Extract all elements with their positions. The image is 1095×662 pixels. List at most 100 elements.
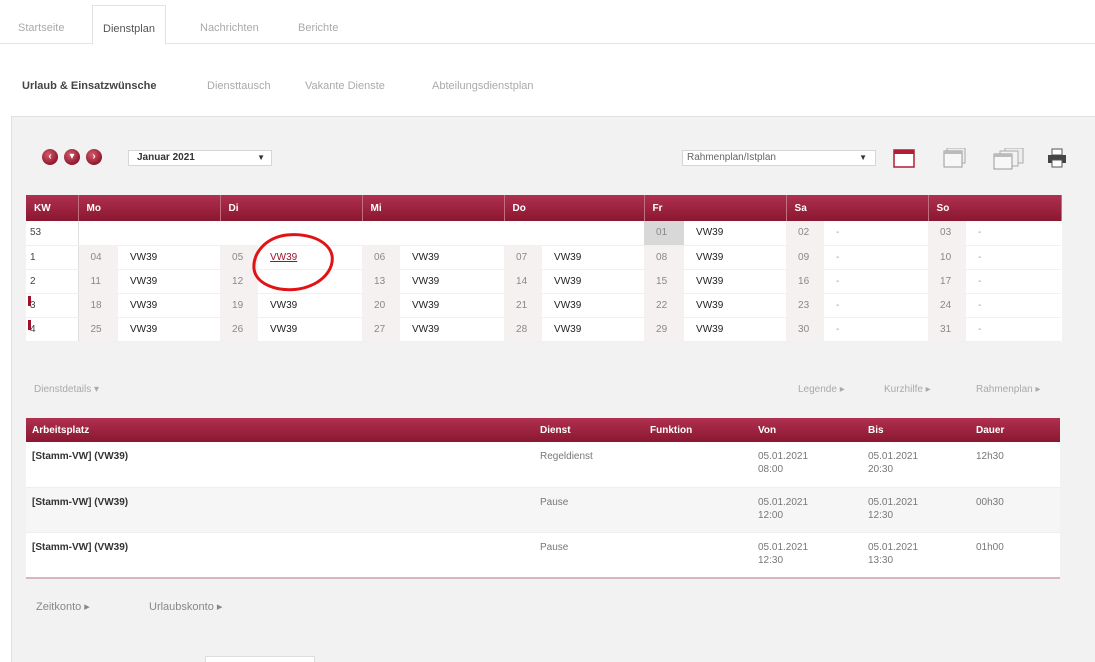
day-number: 30	[786, 317, 825, 342]
shift-cell[interactable]: VW39	[400, 269, 505, 294]
header-dienst: Dienst	[534, 418, 644, 442]
day-number: 28	[504, 317, 543, 342]
day-number: 17	[928, 269, 967, 294]
shift-cell[interactable]: VW39	[684, 293, 787, 318]
day-number: 27	[362, 317, 401, 342]
shift-cell[interactable]	[258, 269, 363, 294]
day-number: 07	[504, 245, 543, 270]
shift-cell[interactable]: -	[966, 293, 1062, 318]
shift-cell[interactable]: VW39	[258, 293, 363, 318]
header-mi: Mi	[362, 195, 505, 221]
header-kw: KW	[26, 195, 79, 221]
plan-type-select[interactable]: Rahmenplan/Istplan ▼	[682, 150, 876, 166]
shift-cell[interactable]: VW39	[258, 317, 363, 342]
shift-cell[interactable]: VW39	[542, 293, 645, 318]
next-arrow-icon[interactable]: ›	[86, 149, 102, 165]
kurzhilfe-link[interactable]: Kurzhilfe ▸	[884, 384, 931, 395]
table-row[interactable]: [Stamm-VW] (VW39) Regeldienst 05.01.2021…	[26, 442, 1060, 488]
calendar-week-row: 53 01 VW39 02- 03-	[26, 221, 1062, 246]
calendar-month-icon[interactable]	[993, 148, 1025, 170]
table-row[interactable]: [Stamm-VW] (VW39) Pause 05.01.2021 12:00 …	[26, 487, 1060, 533]
shift-cell[interactable]: -	[824, 221, 929, 246]
funktion-cell	[644, 442, 752, 488]
shift-cell[interactable]: VW39	[400, 245, 505, 270]
chevron-down-icon: ▼	[859, 153, 867, 162]
subnav-urlaub-einsatzwuensche[interactable]: Urlaub & Einsatzwünsche	[22, 80, 156, 92]
day-number: 08	[644, 245, 685, 270]
shift-cell[interactable]: -	[824, 317, 929, 342]
shift-cell[interactable]: VW39	[542, 245, 645, 270]
month-select[interactable]: Januar 2021 ▼	[128, 150, 272, 166]
shift-cell[interactable]: VW39	[542, 269, 645, 294]
tab-berichte[interactable]: Berichte	[298, 5, 338, 44]
table-row[interactable]: [Stamm-VW] (VW39) Pause 05.01.2021 12:30 …	[26, 532, 1060, 578]
bis-time: 20:30	[868, 464, 894, 475]
zeitkonto-link[interactable]: Zeitkonto ▸	[36, 600, 90, 613]
shift-cell[interactable]: -	[966, 269, 1062, 294]
shift-cell[interactable]: VW39	[684, 317, 787, 342]
day-number: 20	[362, 293, 401, 318]
arbeitsplatz-cell: [Stamm-VW] (VW39)	[26, 442, 534, 488]
dauer-cell: 01h00	[970, 532, 1060, 578]
day-number: 12	[220, 269, 259, 294]
shift-cell[interactable]: VW39	[118, 317, 221, 342]
shift-cell[interactable]: -	[824, 293, 929, 318]
day-number: 22	[644, 293, 685, 318]
header-von: Von	[752, 418, 862, 442]
shift-cell[interactable]: -	[966, 245, 1062, 270]
shift-cell	[400, 221, 505, 246]
shift-cell[interactable]: VW39	[400, 293, 505, 318]
day-number: 25	[78, 317, 118, 342]
header-mo: Mo	[78, 195, 221, 221]
header-arbeitsplatz: Arbeitsplatz	[26, 418, 534, 442]
legende-link[interactable]: Legende ▸	[798, 384, 845, 395]
tab-startseite[interactable]: Startseite	[18, 5, 64, 44]
shift-cell[interactable]: VW39	[684, 221, 787, 246]
prev-arrow-icon[interactable]: ‹	[42, 149, 58, 165]
calendar-week-icon[interactable]	[943, 148, 967, 168]
funktion-cell	[644, 487, 752, 533]
urlaubskonto-link[interactable]: Urlaubskonto ▸	[149, 600, 222, 613]
bis-cell: 05.01.2021 20:30	[862, 442, 970, 488]
rahmenplan-link[interactable]: Rahmenplan ▸	[976, 384, 1041, 395]
shift-cell[interactable]: -	[966, 221, 1062, 246]
dienstdetails-toggle[interactable]: Dienstdetails ▾	[34, 384, 99, 395]
down-arrow-icon[interactable]: ▾	[64, 149, 80, 165]
von-time: 08:00	[758, 464, 784, 475]
dienst-cell: Regeldienst	[534, 442, 644, 488]
von-cell: 05.01.2021 08:00	[752, 442, 862, 488]
chevron-down-icon: ▼	[257, 153, 265, 162]
shift-link[interactable]: VW39	[270, 252, 297, 263]
bottom-tab	[205, 656, 315, 662]
shift-cell[interactable]: VW39	[118, 293, 221, 318]
tab-nachrichten[interactable]: Nachrichten	[200, 5, 259, 44]
shift-cell[interactable]: -	[824, 245, 929, 270]
day-number: 10	[928, 245, 967, 270]
shift-cell[interactable]: VW39	[118, 245, 221, 270]
shift-cell[interactable]: -	[966, 317, 1062, 342]
day-number: 16	[786, 269, 825, 294]
dienst-cell: Pause	[534, 532, 644, 578]
shift-cell[interactable]: VW39	[118, 269, 221, 294]
printer-icon[interactable]	[1046, 148, 1068, 168]
calendar-header-row: KW Mo Di Mi Do Fr Sa So	[26, 195, 1062, 221]
shift-cell[interactable]: VW39	[400, 317, 505, 342]
subnav-vakante-dienste[interactable]: Vakante Dienste	[305, 80, 385, 92]
subnav-diensttausch[interactable]: Diensttausch	[207, 80, 271, 92]
shift-details-table: Arbeitsplatz Dienst Funktion Von Bis Dau…	[26, 418, 1060, 578]
details-header-row: Arbeitsplatz Dienst Funktion Von Bis Dau…	[26, 418, 1060, 442]
shift-cell-selected[interactable]: VW39	[258, 245, 363, 270]
calendar-day-icon[interactable]	[893, 148, 915, 168]
von-date: 05.01.2021	[758, 541, 809, 553]
shift-cell[interactable]: -	[824, 269, 929, 294]
week-number: 53	[26, 221, 79, 246]
tab-dienstplan[interactable]: Dienstplan	[92, 5, 166, 45]
shift-cell[interactable]: VW39	[542, 317, 645, 342]
shift-cell[interactable]: VW39	[684, 269, 787, 294]
dienst-cell: Pause	[534, 487, 644, 533]
plan-select-value: Rahmenplan/Istplan	[687, 152, 776, 163]
header-dauer: Dauer	[970, 418, 1060, 442]
arbeitsplatz-cell: [Stamm-VW] (VW39)	[26, 532, 534, 578]
subnav-abteilungsdienstplan[interactable]: Abteilungsdienstplan	[432, 80, 534, 92]
shift-cell[interactable]: VW39	[684, 245, 787, 270]
